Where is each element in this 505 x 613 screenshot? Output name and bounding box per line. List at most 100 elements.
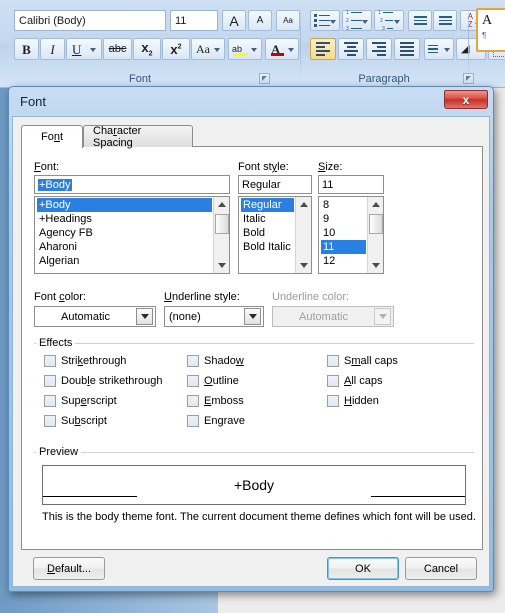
chevron-down-icon[interactable] [394, 20, 400, 24]
checkbox-subscript[interactable]: Subscript [44, 415, 107, 427]
checkbox-strikethrough[interactable]: Strikethrough [44, 355, 126, 367]
list-item[interactable]: 10 [321, 226, 366, 240]
line-spacing-button[interactable] [424, 38, 454, 60]
checkbox-outline[interactable]: Outline [187, 375, 239, 387]
bullets-button[interactable] [310, 10, 340, 31]
font-size-combo[interactable]: 11 [170, 10, 218, 31]
subscript-button[interactable]: x2 [133, 38, 161, 60]
font-size-list[interactable]: 8 9 10 11 12 [318, 196, 384, 274]
font-size-input[interactable]: 11 [318, 175, 384, 194]
scroll-down-icon[interactable] [368, 258, 383, 273]
chevron-down-icon[interactable] [330, 20, 336, 24]
chevron-down-icon[interactable] [214, 48, 220, 52]
clear-formatting-button[interactable]: Aa [276, 10, 300, 31]
chevron-down-icon[interactable] [444, 48, 450, 52]
strikethrough-button[interactable]: abc [103, 38, 132, 60]
font-style-input[interactable]: Regular [238, 175, 312, 194]
list-item[interactable]: 11 [321, 240, 366, 254]
checkbox-engrave[interactable]: Engrave [187, 415, 245, 427]
checkbox-icon[interactable] [327, 375, 339, 387]
checkbox-small-caps[interactable]: Small caps [327, 355, 398, 367]
chevron-down-icon[interactable] [136, 308, 153, 325]
scroll-up-icon[interactable] [368, 197, 383, 212]
multilevel-list-button[interactable]: 1 2 3 [374, 10, 404, 32]
checkbox-icon[interactable] [44, 395, 56, 407]
list-item[interactable]: Bold [241, 226, 294, 240]
font-dialog-launcher[interactable] [259, 73, 270, 84]
bold-button[interactable]: B [14, 38, 39, 60]
align-right-button[interactable] [366, 38, 392, 60]
font-style-list[interactable]: Regular Italic Bold Bold Italic [238, 196, 312, 274]
checkbox-shadow[interactable]: Shadow [187, 355, 244, 367]
font-name-input[interactable]: +Body [34, 175, 230, 194]
list-item[interactable]: +Headings [37, 212, 212, 226]
chevron-down-icon[interactable] [244, 308, 261, 325]
font-color-button[interactable]: A [265, 38, 299, 60]
scroll-down-icon[interactable] [296, 258, 311, 273]
numbering-button[interactable]: 1 2 3 [342, 10, 372, 32]
list-item[interactable]: +Body [37, 198, 212, 212]
scrollbar-thumb[interactable] [369, 214, 383, 234]
chevron-down-icon[interactable] [288, 48, 294, 52]
font-color-dropdown[interactable]: Automatic [34, 306, 156, 327]
list-item[interactable]: Italic [241, 212, 294, 226]
highlight-color-button[interactable]: ab [228, 38, 262, 60]
checkbox-label: Hidden [344, 395, 379, 407]
increase-indent-button[interactable] [433, 10, 457, 31]
scroll-down-icon[interactable] [214, 258, 229, 273]
font-name-combo[interactable]: Calibri (Body) [14, 10, 166, 31]
list-item[interactable]: 12 [321, 254, 366, 268]
checkbox-all-caps[interactable]: All caps [327, 375, 383, 387]
shrink-font-button[interactable]: A [248, 10, 272, 31]
checkbox-icon[interactable] [327, 355, 339, 367]
checkbox-icon[interactable] [187, 355, 199, 367]
justify-button[interactable] [394, 38, 420, 60]
checkbox-icon[interactable] [44, 355, 56, 367]
ok-button[interactable]: OK [327, 557, 399, 580]
checkbox-icon[interactable] [44, 415, 56, 427]
chevron-down-icon[interactable] [362, 20, 368, 24]
dialog-titlebar[interactable]: Font x [12, 90, 490, 116]
change-case-button[interactable]: Aa [191, 38, 225, 60]
scroll-up-icon[interactable] [214, 197, 229, 212]
font-style-list-scrollbar[interactable] [295, 197, 311, 273]
list-item[interactable]: 9 [321, 212, 366, 226]
checkbox-icon[interactable] [327, 395, 339, 407]
style-gallery-item[interactable]: A ¶ [476, 8, 505, 52]
font-size-list-scrollbar[interactable] [367, 197, 383, 273]
checkbox-superscript[interactable]: Superscript [44, 395, 117, 407]
list-item[interactable]: Aharoni [37, 240, 212, 254]
font-list-scrollbar[interactable] [213, 197, 229, 273]
checkbox-emboss[interactable]: Emboss [187, 395, 244, 407]
list-item[interactable]: Agency FB [37, 226, 212, 240]
checkbox-icon[interactable] [187, 375, 199, 387]
scrollbar-thumb[interactable] [215, 214, 229, 234]
underline-button[interactable]: U [66, 38, 102, 60]
chevron-down-icon[interactable] [90, 48, 96, 52]
default-button[interactable]: Default... [33, 557, 105, 580]
checkbox-double-strikethrough[interactable]: Double strikethrough [44, 375, 163, 387]
italic-button[interactable]: I [40, 38, 65, 60]
tab-font[interactable]: Font [21, 125, 83, 148]
default-button-label: Default... [46, 562, 92, 575]
tab-character-spacing[interactable]: Character Spacing [83, 125, 193, 149]
close-button[interactable]: x [444, 90, 488, 109]
list-item[interactable]: Regular [241, 198, 294, 212]
list-item[interactable]: Algerian [37, 254, 212, 268]
font-list[interactable]: +Body +Headings Agency FB Aharoni Algeri… [34, 196, 230, 274]
underline-style-dropdown[interactable]: (none) [164, 306, 264, 327]
superscript-button[interactable]: x2 [162, 38, 190, 60]
checkbox-icon[interactable] [44, 375, 56, 387]
scroll-up-icon[interactable] [296, 197, 311, 212]
cancel-button[interactable]: Cancel [405, 557, 477, 580]
checkbox-icon[interactable] [187, 395, 199, 407]
list-item[interactable]: 8 [321, 198, 366, 212]
grow-font-button[interactable]: A [222, 10, 246, 31]
list-item[interactable]: Bold Italic [241, 240, 294, 254]
align-left-button[interactable] [310, 38, 336, 60]
chevron-down-icon[interactable] [251, 48, 257, 52]
checkbox-icon[interactable] [187, 415, 199, 427]
decrease-indent-button[interactable] [408, 10, 432, 31]
align-center-button[interactable] [338, 38, 364, 60]
checkbox-hidden[interactable]: Hidden [327, 395, 379, 407]
